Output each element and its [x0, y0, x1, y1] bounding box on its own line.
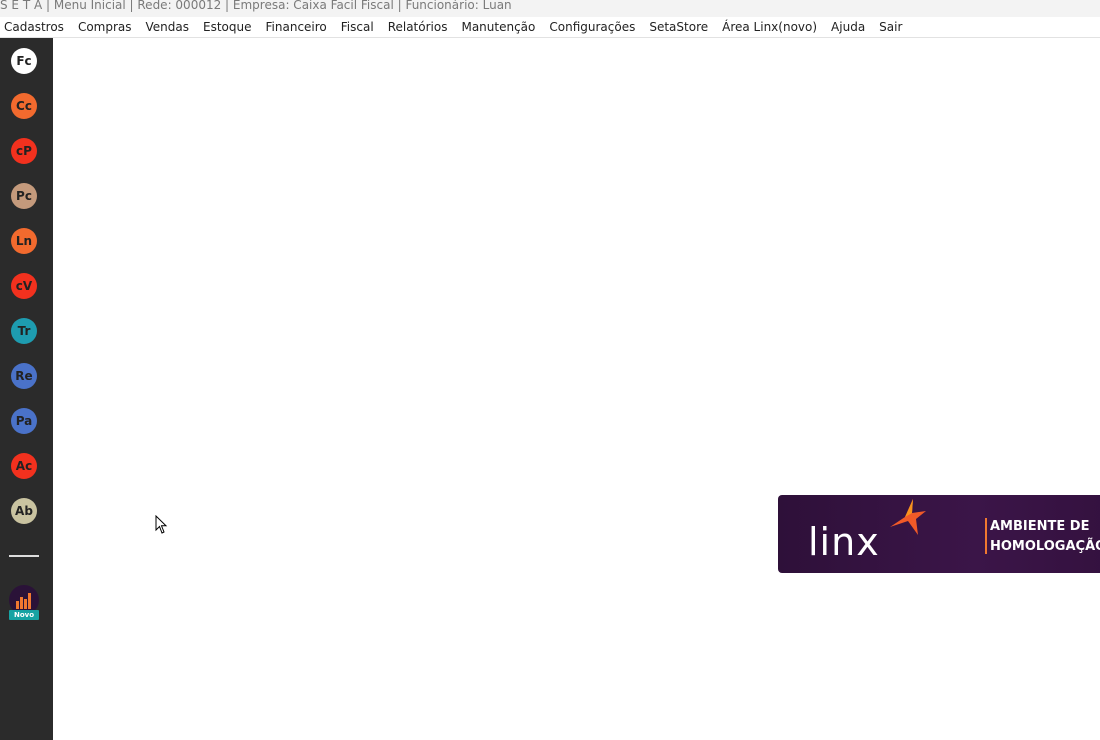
sidebar-item-ac[interactable]: Ac: [11, 453, 37, 479]
linx-x-icon: [890, 499, 926, 535]
mouse-cursor-icon: [155, 515, 168, 534]
menu-financeiro[interactable]: Financeiro: [259, 20, 334, 34]
banner-line-2: HOMOLOGAÇÃO: [990, 539, 1100, 554]
menu-bar: Cadastros Compras Vendas Estoque Finance…: [0, 17, 1100, 38]
menu-compras[interactable]: Compras: [71, 20, 139, 34]
sidebar-item-pa[interactable]: Pa: [11, 408, 37, 434]
novo-badge: Novo: [9, 610, 39, 620]
sidebar-item-ln[interactable]: Ln: [11, 228, 37, 254]
menu-estoque[interactable]: Estoque: [196, 20, 259, 34]
sidebar-item-pc[interactable]: Pc: [11, 183, 37, 209]
novo-dashboard-button[interactable]: Novo: [9, 585, 39, 621]
homologation-banner: linx AMBIENTE DE HOMOLOGAÇÃO: [778, 495, 1100, 573]
menu-cadastros[interactable]: Cadastros: [0, 20, 71, 34]
menu-fiscal[interactable]: Fiscal: [334, 20, 381, 34]
banner-line-1: AMBIENTE DE: [990, 519, 1090, 534]
menu-configuracoes[interactable]: Configurações: [542, 20, 642, 34]
menu-area-linx[interactable]: Área Linx(novo): [715, 20, 824, 34]
sidebar-item-fc[interactable]: Fc: [11, 48, 37, 74]
sidebar-item-cv[interactable]: cV: [11, 273, 37, 299]
sidebar-item-re[interactable]: Re: [11, 363, 37, 389]
sidebar-item-tr[interactable]: Tr: [11, 318, 37, 344]
window-title: S E T A | Menu Inicial | Rede: 000012 | …: [0, 0, 512, 12]
menu-setastore[interactable]: SetaStore: [642, 20, 715, 34]
menu-sair[interactable]: Sair: [872, 20, 909, 34]
menu-relatorios[interactable]: Relatórios: [381, 20, 455, 34]
sidebar-item-ab[interactable]: Ab: [11, 498, 37, 524]
sidebar-item-cc[interactable]: Cc: [11, 93, 37, 119]
window-titlebar: S E T A | Menu Inicial | Rede: 000012 | …: [0, 0, 1100, 17]
sidebar-item-cp[interactable]: cP: [11, 138, 37, 164]
sidebar-divider: [9, 555, 39, 557]
banner-text: AMBIENTE DE HOMOLOGAÇÃO: [990, 517, 1100, 557]
sidebar: Fc Cc cP Pc Ln cV Tr Re Pa Ac Ab Novo: [0, 38, 53, 740]
banner-separator: [985, 518, 987, 554]
linx-logo: linx: [808, 520, 880, 564]
menu-vendas[interactable]: Vendas: [139, 20, 197, 34]
menu-manutencao[interactable]: Manutenção: [454, 20, 542, 34]
menu-ajuda[interactable]: Ajuda: [824, 20, 872, 34]
